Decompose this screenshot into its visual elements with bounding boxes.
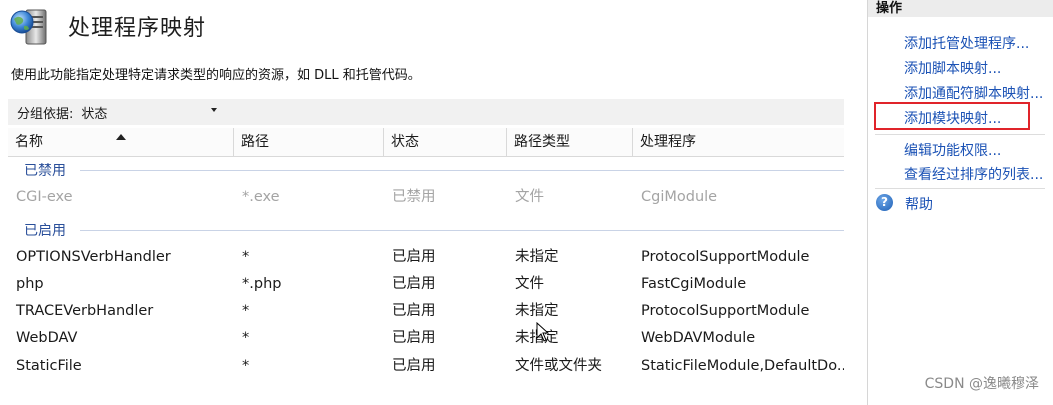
add-managed-handler-link[interactable]: 添加托管处理程序... <box>904 33 1029 53</box>
cell-name: StaticFile <box>16 358 82 374</box>
cell-path: *.php <box>242 276 282 292</box>
cell-handler: WebDAVModule <box>641 330 756 346</box>
page-description: 使用此功能指定处理特定请求类型的响应的资源，如 DLL 和托管代码。 <box>11 68 421 83</box>
cell-path-type: 未指定 <box>515 330 559 346</box>
mouse-cursor-icon <box>536 321 550 346</box>
group-header-enabled[interactable]: 已启用 <box>8 218 844 240</box>
actions-divider <box>875 188 1045 189</box>
page-header: 处理程序映射 <box>8 6 206 46</box>
actions-divider <box>875 134 1045 135</box>
group-label: 已启用 <box>24 223 66 239</box>
sort-ascending-icon <box>116 134 126 140</box>
cell-path-type: 文件 <box>515 189 544 205</box>
view-ordered-list-link[interactable]: 查看经过排序的列表... <box>904 164 1043 184</box>
help-link[interactable]: 帮助 <box>905 194 933 214</box>
cell-state: 已禁用 <box>392 189 436 205</box>
cell-path: *.exe <box>242 189 280 205</box>
cell-state: 已启用 <box>392 276 436 292</box>
cell-path: * <box>242 249 250 265</box>
cell-path: * <box>242 303 250 319</box>
cell-state: 已启用 <box>392 249 436 265</box>
main-panel: 处理程序映射 使用此功能指定处理特定请求类型的响应的资源，如 DLL 和托管代码… <box>0 0 860 405</box>
table-row[interactable]: StaticFile * 已启用 文件或文件夹 StaticFileModule… <box>8 353 844 380</box>
group-divider <box>80 170 844 171</box>
column-header-row: 名称 路径 状态 路径类型 处理程序 <box>8 128 844 157</box>
cell-path-type: 未指定 <box>515 303 559 319</box>
edit-feature-permissions-link[interactable]: 编辑功能权限... <box>904 140 1001 160</box>
column-header-name[interactable]: 名称 <box>8 128 234 156</box>
table-row[interactable]: php *.php 已启用 文件 FastCgiModule <box>8 271 844 298</box>
cell-handler: ProtocolSupportModule <box>641 303 810 319</box>
cell-handler: ProtocolSupportModule <box>641 249 810 265</box>
column-header-path[interactable]: 路径 <box>234 128 384 156</box>
column-header-handler[interactable]: 处理程序 <box>633 128 844 156</box>
cell-state: 已启用 <box>392 358 436 374</box>
cell-path-type: 文件或文件夹 <box>515 358 602 374</box>
cell-name: OPTIONSVerbHandler <box>16 249 171 265</box>
group-label: 已禁用 <box>24 163 66 179</box>
cell-name: WebDAV <box>16 330 78 346</box>
column-header-path-type[interactable]: 路径类型 <box>507 128 633 156</box>
actions-pane-title: 操作 <box>868 0 1053 17</box>
table-row[interactable]: WebDAV * 已启用 未指定 WebDAVModule <box>8 325 844 352</box>
group-divider <box>80 230 844 231</box>
page-title: 处理程序映射 <box>68 16 207 41</box>
add-wildcard-script-map-link[interactable]: 添加通配符脚本映射... <box>904 83 1043 103</box>
add-script-map-link[interactable]: 添加脚本映射... <box>904 58 1001 78</box>
cell-handler: FastCgiModule <box>641 276 747 292</box>
group-by-dropdown[interactable]: 状态 <box>81 102 221 122</box>
cell-handler: CgiModule <box>641 189 718 205</box>
cell-name: php <box>16 276 44 292</box>
table-row[interactable]: OPTIONSVerbHandler * 已启用 未指定 ProtocolSup… <box>8 244 844 271</box>
cell-state: 已启用 <box>392 330 436 346</box>
server-globe-icon <box>8 6 54 46</box>
cell-path-type: 未指定 <box>515 249 559 265</box>
cell-path: * <box>242 330 250 346</box>
cell-name: TRACEVerbHandler <box>16 303 154 319</box>
highlight-box <box>874 102 1030 130</box>
cell-state: 已启用 <box>392 303 436 319</box>
cell-name: CGI-exe <box>16 189 73 205</box>
cell-path-type: 文件 <box>515 276 544 292</box>
watermark: CSDN @逸曦穆泽 <box>924 376 1039 392</box>
group-header-disabled[interactable]: 已禁用 <box>8 158 844 180</box>
group-by-value: 状态 <box>81 106 108 122</box>
handler-mappings-grid: 名称 路径 状态 路径类型 处理程序 已禁用 CGI-exe *.exe 已禁用… <box>8 128 844 405</box>
cell-path: * <box>242 358 250 374</box>
column-header-state[interactable]: 状态 <box>384 128 507 156</box>
group-by-label: 分组依据: <box>17 106 74 122</box>
table-row[interactable]: CGI-exe *.exe 已禁用 文件 CgiModule <box>8 184 844 211</box>
table-row[interactable]: TRACEVerbHandler * 已启用 未指定 ProtocolSuppo… <box>8 298 844 325</box>
group-by-bar: 分组依据: 状态 <box>8 99 844 125</box>
cell-handler: StaticFileModule,DefaultDo... <box>641 358 844 374</box>
help-icon: ? <box>876 194 893 211</box>
dropdown-arrow-icon <box>211 108 218 112</box>
